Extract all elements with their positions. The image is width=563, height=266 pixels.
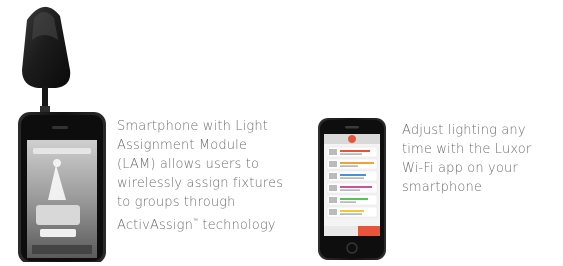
lam-caption-line-6-end: technology [198,218,276,233]
luxor-app-phone-illustration [318,118,386,260]
activassign-name: ActivAssign [117,218,193,233]
lam-caption-line-4: wirelessly assign fixtures [117,176,284,191]
luxor-app-phone-image [318,118,388,260]
lam-device-illustration [18,6,106,264]
app-caption-line-4: smartphone [402,180,483,195]
lam-phone-image [0,0,110,264]
lam-caption-line-6: ActivAssign™ technology [117,212,283,235]
app-caption-line-2: time with the Luxor [402,142,532,157]
lam-caption-line-5: to groups through [117,195,236,210]
lam-caption-line-1: Smartphone with Light [117,119,268,134]
app-caption-line-1: Adjust lighting any [402,123,526,138]
luxor-app-caption: Adjust lighting any time with the Luxor … [402,121,531,197]
lam-caption-line-2: Assignment Module [117,138,248,153]
app-caption-line-3: Wi-Fi app on your [402,161,518,176]
lam-caption: Smartphone with Light Assignment Module … [117,117,283,235]
lam-caption-line-3: (LAM) allows users to [117,157,260,172]
